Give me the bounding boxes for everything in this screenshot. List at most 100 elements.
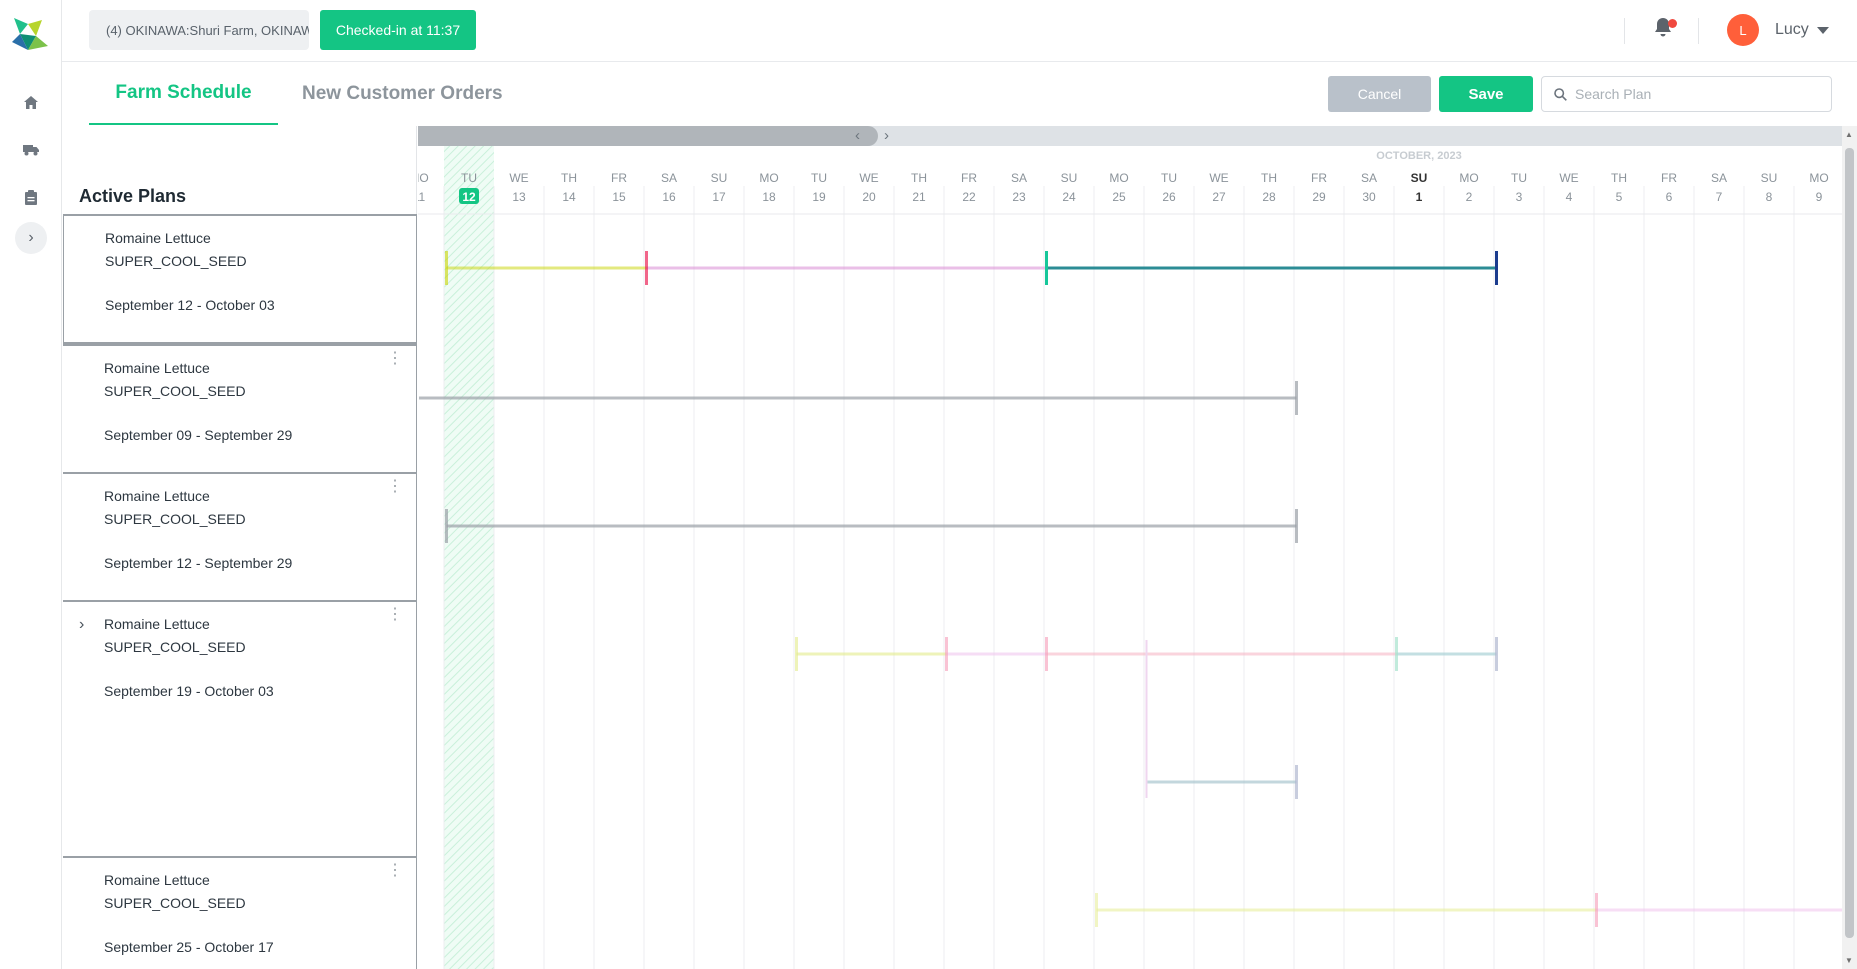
- search-box[interactable]: [1541, 76, 1832, 112]
- tab-bar: Farm Schedule New Customer Orders: [89, 62, 519, 125]
- plan-card[interactable]: Romaine Lettuce SUPER_COOL_SEED Septembe…: [63, 214, 416, 344]
- schedule-timeline[interactable]: OCTOBER, 2023MO11TU12WE13TH14FR15SA16SU1…: [418, 126, 1842, 969]
- checkin-button[interactable]: Checked-in at 11:37: [320, 10, 476, 50]
- day-of-week-label: FR: [1311, 171, 1327, 185]
- horizontal-scrollbar[interactable]: ‹ ›: [418, 126, 1842, 146]
- scrollbar-thumb[interactable]: [418, 126, 878, 146]
- day-number-label: 27: [1212, 190, 1226, 204]
- day-number-label: 14: [562, 190, 576, 204]
- day-number-label: 30: [1362, 190, 1376, 204]
- day-of-week-label: MO: [759, 171, 778, 185]
- kebab-menu-icon[interactable]: ⋮: [387, 351, 403, 367]
- logo-icon[interactable]: [8, 12, 50, 54]
- day-of-week-label: WE: [1209, 171, 1228, 185]
- day-number-label: 29: [1312, 190, 1326, 204]
- active-plans-title: Active Plans: [79, 186, 187, 206]
- top-bar: (4) OKINAWA:Shuri Farm, OKINAWA Checked-…: [62, 0, 1857, 62]
- scroll-up-icon[interactable]: ▲: [1845, 130, 1853, 139]
- divider: [1624, 18, 1625, 44]
- home-nav[interactable]: [0, 87, 62, 117]
- user-name: Lucy: [1775, 21, 1809, 38]
- day-of-week-label: SA: [1361, 171, 1377, 185]
- delivery-nav[interactable]: [0, 135, 62, 165]
- plan-date-range: September 25 - October 17: [104, 939, 274, 955]
- plans-list: Romaine Lettuce SUPER_COOL_SEED Septembe…: [63, 214, 417, 969]
- today-column: [444, 126, 494, 969]
- day-of-week-label: TH: [1611, 171, 1627, 185]
- plan-crop: Romaine Lettuce: [104, 488, 210, 504]
- location-selector[interactable]: (4) OKINAWA:Shuri Farm, OKINAWA: [89, 10, 309, 50]
- chevron-right-icon: ›: [28, 229, 34, 246]
- day-of-week-label: TU: [461, 171, 477, 185]
- day-number-label: 17: [712, 190, 726, 204]
- day-of-week-label: SA: [1011, 171, 1027, 185]
- day-of-week-label: TU: [811, 171, 827, 185]
- plan-card[interactable]: ⋮ Romaine Lettuce SUPER_COOL_SEED Septem…: [63, 856, 416, 969]
- day-number-label: 1: [1416, 190, 1423, 204]
- day-number-label: 20: [862, 190, 876, 204]
- plan-crop: Romaine Lettuce: [104, 616, 210, 632]
- expand-chevron-icon[interactable]: ›: [79, 616, 84, 634]
- plan-crop: Romaine Lettuce: [105, 230, 211, 246]
- search-input[interactable]: [1575, 86, 1815, 102]
- app-root: › (4) OKINAWA:Shuri Farm, OKINAWA Checke…: [0, 0, 1857, 969]
- day-of-week-label: FR: [1661, 171, 1677, 185]
- truck-icon: [23, 145, 39, 156]
- day-number-label: 18: [762, 190, 776, 204]
- day-number-label: 16: [662, 190, 676, 204]
- day-of-week-label: TU: [1511, 171, 1527, 185]
- scroll-left-icon[interactable]: ‹: [855, 127, 860, 144]
- plan-seed: SUPER_COOL_SEED: [104, 511, 246, 527]
- user-menu[interactable]: L Lucy: [1727, 14, 1829, 46]
- plan-date-range: September 12 - October 03: [105, 297, 275, 313]
- scroll-down-icon[interactable]: ▼: [1845, 956, 1853, 965]
- day-number-label: 24: [1062, 190, 1076, 204]
- plan-card[interactable]: ⋮ Romaine Lettuce SUPER_COOL_SEED Septem…: [63, 344, 416, 472]
- day-of-week-label: FR: [611, 171, 627, 185]
- search-icon: [1554, 87, 1567, 101]
- day-number-label: 19: [812, 190, 826, 204]
- day-number-label: 23: [1012, 190, 1026, 204]
- plans-panel-header: Active Plans: [63, 126, 417, 214]
- plan-card[interactable]: ⋮ Romaine Lettuce SUPER_COOL_SEED Septem…: [63, 472, 416, 600]
- avatar: L: [1727, 14, 1759, 46]
- notifications-button[interactable]: [1654, 18, 1677, 42]
- vertical-scrollbar[interactable]: ▲ ▼: [1842, 126, 1857, 969]
- day-of-week-label: SU: [1761, 171, 1778, 185]
- plan-seed: SUPER_COOL_SEED: [105, 253, 247, 269]
- kebab-menu-icon[interactable]: ⋮: [387, 863, 403, 879]
- day-of-week-label: TH: [911, 171, 927, 185]
- kebab-menu-icon[interactable]: ⋮: [387, 607, 403, 623]
- plan-card[interactable]: › ⋮ Romaine Lettuce SUPER_COOL_SEED Sept…: [63, 600, 416, 856]
- day-of-week-label: TH: [1261, 171, 1277, 185]
- day-number-label: 26: [1162, 190, 1176, 204]
- save-button[interactable]: Save: [1439, 76, 1533, 112]
- plan-seed: SUPER_COOL_SEED: [104, 383, 246, 399]
- tab-new-customer-orders[interactable]: New Customer Orders: [286, 62, 519, 125]
- month-label: OCTOBER, 2023: [1376, 150, 1461, 162]
- clipboard-nav[interactable]: [0, 182, 62, 212]
- expand-rail-button[interactable]: ›: [15, 222, 47, 254]
- day-of-week-label: MO: [418, 171, 429, 185]
- plan-date-range: September 09 - September 29: [104, 427, 293, 443]
- day-number-label: 4: [1566, 190, 1573, 204]
- day-of-week-label: SU: [711, 171, 728, 185]
- location-label: (4) OKINAWA:Shuri Farm, OKINAWA: [106, 22, 309, 38]
- scroll-right-icon[interactable]: ›: [884, 127, 889, 144]
- side-rail: ›: [0, 0, 62, 969]
- day-of-week-label: MO: [1109, 171, 1128, 185]
- day-of-week-label: WE: [1559, 171, 1578, 185]
- notification-dot: [1668, 19, 1677, 28]
- kebab-menu-icon[interactable]: ⋮: [387, 479, 403, 495]
- day-of-week-label: SA: [661, 171, 677, 185]
- day-of-week-label: FR: [961, 171, 977, 185]
- cancel-button[interactable]: Cancel: [1328, 76, 1431, 112]
- tab-farm-schedule[interactable]: Farm Schedule: [89, 62, 278, 125]
- day-of-week-label: WE: [859, 171, 878, 185]
- day-of-week-label: TH: [561, 171, 577, 185]
- vertical-scrollbar-thumb[interactable]: [1845, 148, 1854, 938]
- day-number-label: 21: [912, 190, 926, 204]
- gantt-chart: OCTOBER, 2023MO11TU12WE13TH14FR15SA16SU1…: [418, 126, 1842, 969]
- day-of-week-label: WE: [509, 171, 528, 185]
- day-number-label: 2: [1466, 190, 1473, 204]
